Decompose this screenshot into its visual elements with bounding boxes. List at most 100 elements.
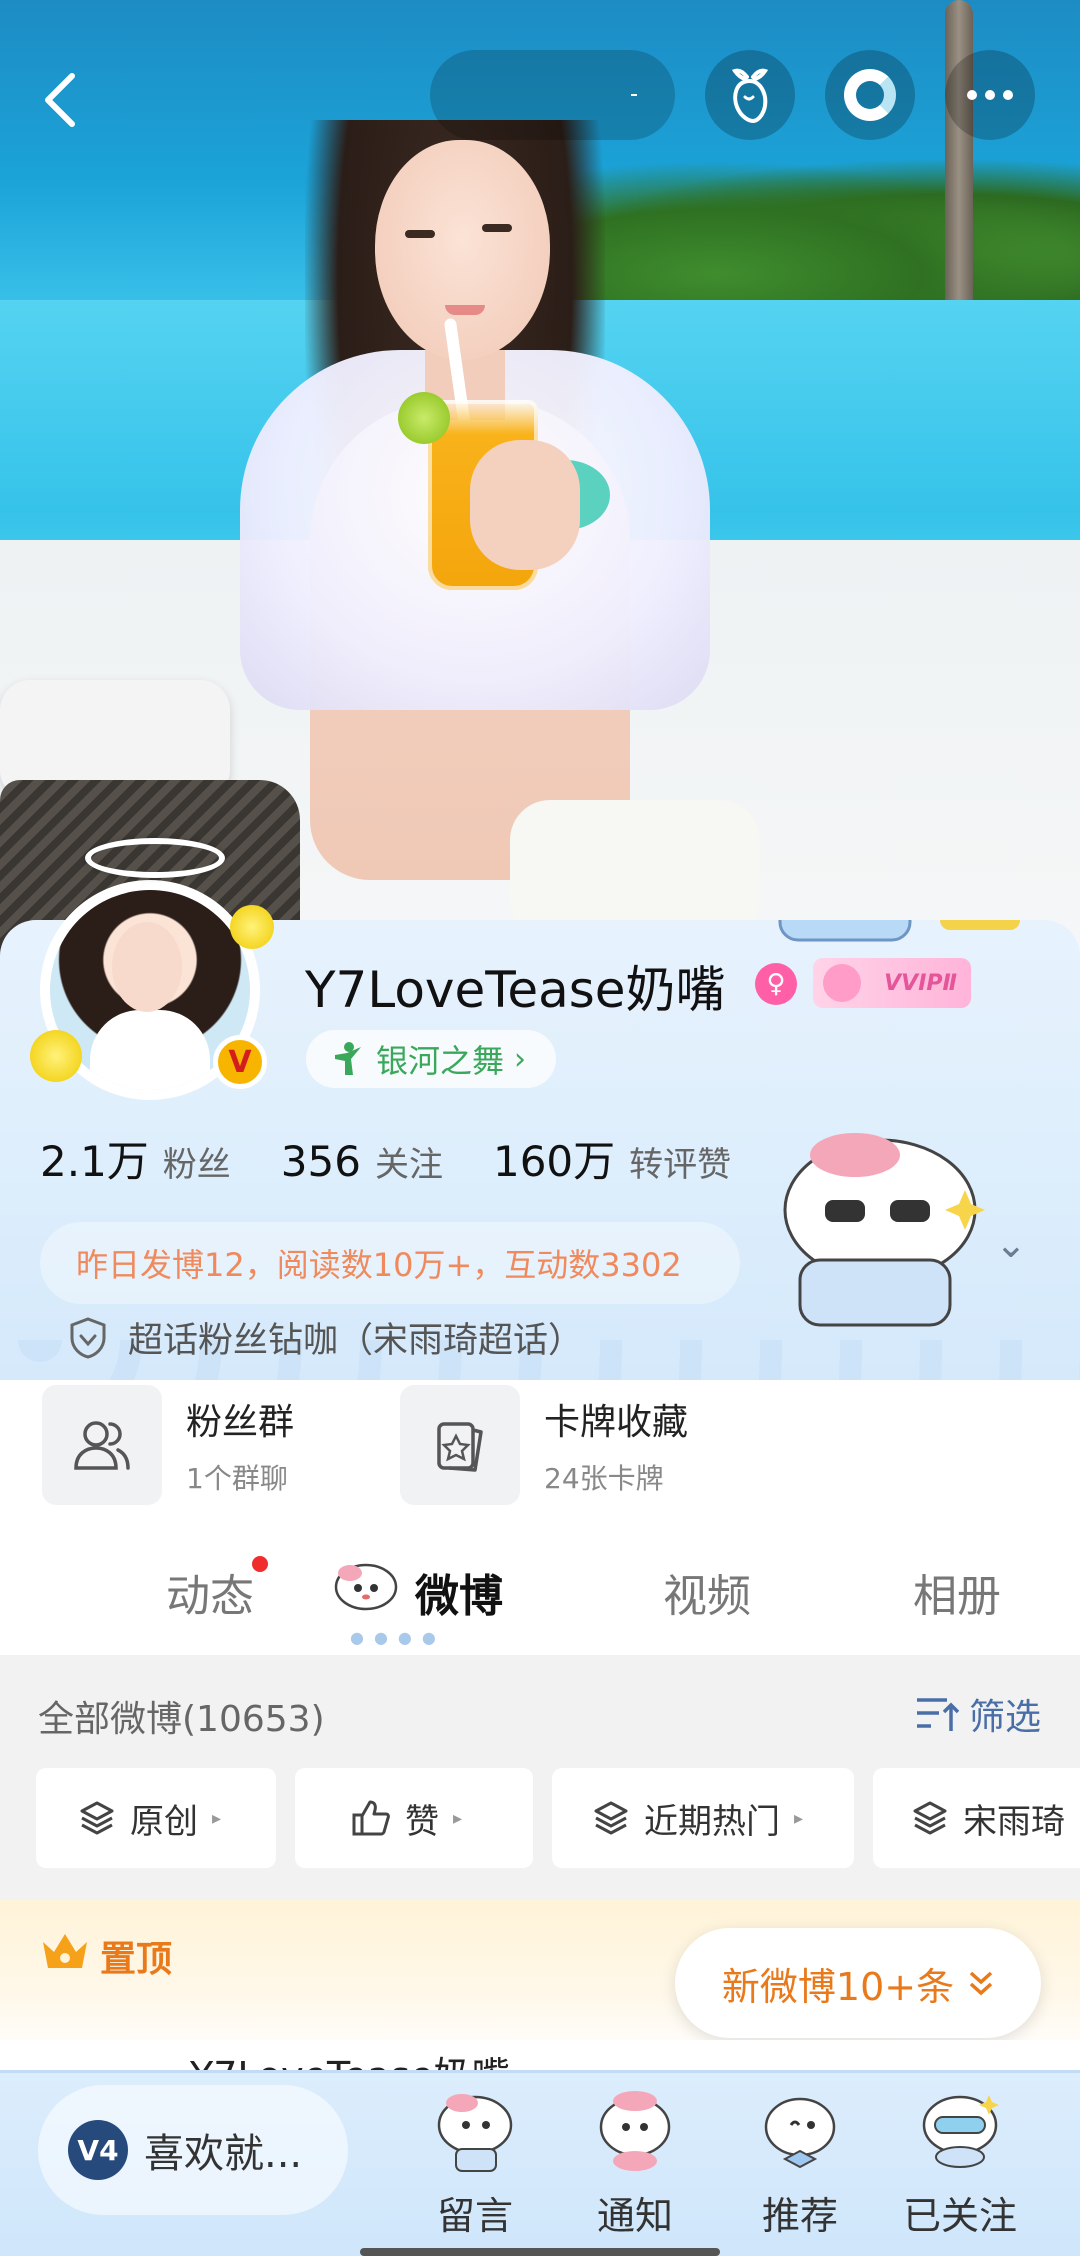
- paw-prints-decoration: ●●●●: [350, 1628, 446, 1647]
- lemon-decoration: [230, 905, 274, 949]
- chip-original-label: 原创: [130, 1801, 198, 1842]
- chip-songyuqi[interactable]: 宋雨琦: [873, 1768, 1080, 1868]
- tab-weibo[interactable]: 微博: [415, 1560, 503, 1624]
- filter-button[interactable]: 筛选: [915, 1688, 1041, 1740]
- double-chevron-down-icon: [969, 1971, 993, 1996]
- galaxy-label: 银河之舞: [376, 1042, 505, 1080]
- new-weibo-label: 新微博10+条: [721, 1964, 955, 2009]
- users-icon: [74, 1421, 130, 1470]
- chip-likes-label: 赞: [405, 1801, 439, 1842]
- more-button[interactable]: [945, 50, 1035, 140]
- tab-videos[interactable]: 视频: [663, 1560, 751, 1624]
- supertalk-badge[interactable]: 超话粉丝钻咖（宋雨琦超话）: [68, 1312, 583, 1363]
- nav-message-button[interactable]: 留言: [405, 2085, 545, 2245]
- search-pill-mark: [631, 94, 637, 96]
- unread-dot: [252, 1556, 268, 1572]
- tab-bar: 动态 微博 视频 相册: [0, 1540, 1080, 1655]
- search-pill[interactable]: [430, 50, 675, 140]
- following-count[interactable]: 356: [281, 1137, 361, 1186]
- caret-right-icon: ▸: [212, 1807, 222, 1829]
- fan-group-subtitle: 1个群聊: [186, 1462, 288, 1495]
- following-label[interactable]: 关注: [375, 1137, 443, 1186]
- radish-icon: [731, 68, 769, 123]
- followers-count[interactable]: 2.1万: [40, 1128, 149, 1189]
- sleeping-dog-sticker: [778, 920, 1020, 942]
- card-collection-text: 卡牌收藏 24张卡牌: [544, 1393, 688, 1497]
- like-text: 喜欢就...: [144, 2131, 303, 2177]
- card-collection-entry[interactable]: 卡牌收藏 24张卡牌: [400, 1385, 688, 1505]
- dog-sticker: [783, 1133, 985, 1327]
- like-input-pill[interactable]: V4 喜欢就...: [38, 2085, 348, 2215]
- caret-right-icon: ▸: [453, 1807, 463, 1829]
- card-collection-subtitle: 24张卡牌: [544, 1462, 664, 1495]
- chevron-right-icon: ›: [514, 1041, 527, 1077]
- galaxy-dance-tag[interactable]: 银河之舞 ›: [306, 1030, 557, 1088]
- card-collection-title: 卡牌收藏: [544, 1402, 689, 1443]
- home-indicator: [360, 2248, 720, 2256]
- lemon-decoration: [30, 1030, 82, 1082]
- story-ring-button[interactable]: [825, 50, 915, 140]
- layers-icon: [913, 1801, 947, 1835]
- figure-skirt: [510, 800, 760, 940]
- figure-eye-left: [405, 230, 435, 238]
- nav-notify-button[interactable]: 通知: [565, 2085, 705, 2245]
- nav-notify-label: 通知: [596, 2194, 673, 2238]
- chip-recent-hot-label: 近期热门: [644, 1801, 780, 1842]
- engagement-count: 160万: [492, 1137, 616, 1186]
- figure-hand: [470, 440, 580, 570]
- quick-entries: 粉丝群 1个群聊 卡牌收藏 24张卡牌: [0, 1380, 1080, 1540]
- layers-icon: [80, 1801, 114, 1835]
- dog-message-icon: [437, 2094, 513, 2172]
- tab-dynamics-label: 动态: [166, 1571, 254, 1622]
- lime-slice: [398, 392, 450, 444]
- nav-recommend-button[interactable]: 推荐: [730, 2085, 870, 2245]
- tab-albums[interactable]: 相册: [913, 1560, 1001, 1624]
- expand-chevron-icon[interactable]: ⌄: [995, 1222, 1027, 1266]
- dancer-icon: [330, 1041, 366, 1077]
- nav-recommend-label: 推荐: [761, 2194, 838, 2238]
- back-button[interactable]: [30, 70, 90, 130]
- dog-followed-icon: [922, 2095, 999, 2168]
- dog-recommend-icon: [764, 2097, 836, 2169]
- chip-original[interactable]: 原创 ▸: [36, 1768, 276, 1868]
- figure-mouth: [445, 305, 485, 315]
- shield-icon: [70, 1316, 106, 1359]
- nav-followed-button[interactable]: 已关注: [890, 2085, 1030, 2245]
- pinned-label: 置顶: [100, 1939, 173, 1980]
- activity-summary: 昨日发博12，阅读数10万+，互动数3302: [40, 1222, 740, 1304]
- dog-face-icon: [334, 1563, 398, 1611]
- vvip-badge[interactable]: VVIPⅡ: [813, 958, 971, 1008]
- chevron-left-icon: [45, 73, 75, 127]
- figure-face: [375, 140, 550, 360]
- dog-notify-icon: [599, 2091, 671, 2171]
- nav-followed-label: 已关注: [902, 2194, 1017, 2238]
- card-icon: [437, 1422, 483, 1472]
- stats-row: 2.1万 粉丝 356 关注 160万 转评赞: [40, 1128, 781, 1189]
- fan-group-entry[interactable]: 粉丝群 1个群聊: [42, 1385, 294, 1505]
- entry-icon-box: [42, 1385, 162, 1505]
- avatar-face: [112, 922, 182, 1012]
- radish-button[interactable]: [705, 50, 795, 140]
- all-weibo-count: 全部微博(10653): [38, 1699, 325, 1740]
- chip-likes[interactable]: 赞 ▸: [295, 1768, 533, 1868]
- filter-label: 筛选: [969, 1697, 1042, 1738]
- username: Y7LoveTease奶嘴: [305, 961, 726, 1019]
- filter-icon: [917, 1698, 959, 1731]
- ring-icon: [844, 69, 896, 121]
- chip-recent-hot[interactable]: 近期热门 ▸: [552, 1768, 854, 1868]
- nav-message-label: 留言: [436, 2194, 513, 2238]
- chip-songyuqi-label: 宋雨琦: [963, 1801, 1065, 1842]
- supertalk-label: 超话粉丝钻咖（宋雨琦超话）: [128, 1321, 584, 1361]
- layers-icon: [594, 1801, 628, 1835]
- entry-icon-box: [400, 1385, 520, 1505]
- female-icon: ♀: [755, 963, 797, 1005]
- thumbs-up-icon: [352, 1800, 390, 1836]
- v4-badge: V4: [68, 2120, 128, 2180]
- verified-badge: V: [213, 1035, 267, 1089]
- new-weibo-button[interactable]: 新微博10+条: [675, 1928, 1041, 2038]
- figure-eye-right: [482, 224, 512, 232]
- fan-group-title: 粉丝群: [186, 1402, 295, 1443]
- avatar-body: [90, 1010, 210, 1090]
- tab-dynamics[interactable]: 动态: [166, 1556, 268, 1624]
- followers-label[interactable]: 粉丝: [163, 1137, 231, 1186]
